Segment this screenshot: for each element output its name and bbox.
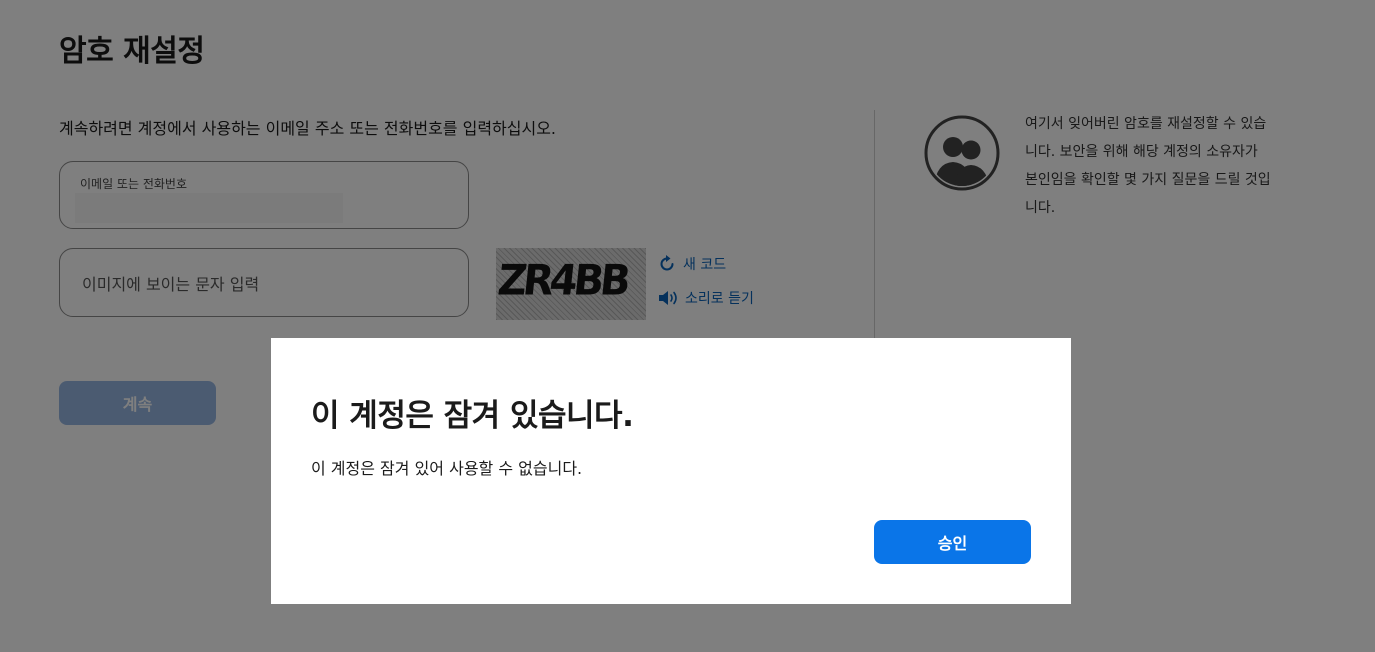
approve-button[interactable]: 승인 xyxy=(874,520,1031,564)
dialog-title: 이 계정은 잠겨 있습니다. xyxy=(311,398,634,434)
dialog-message: 이 계정은 잠겨 있어 사용할 수 없습니다. xyxy=(311,459,583,478)
locked-account-dialog: 이 계정은 잠겨 있습니다. 이 계정은 잠겨 있어 사용할 수 없습니다. 승… xyxy=(271,338,1071,604)
